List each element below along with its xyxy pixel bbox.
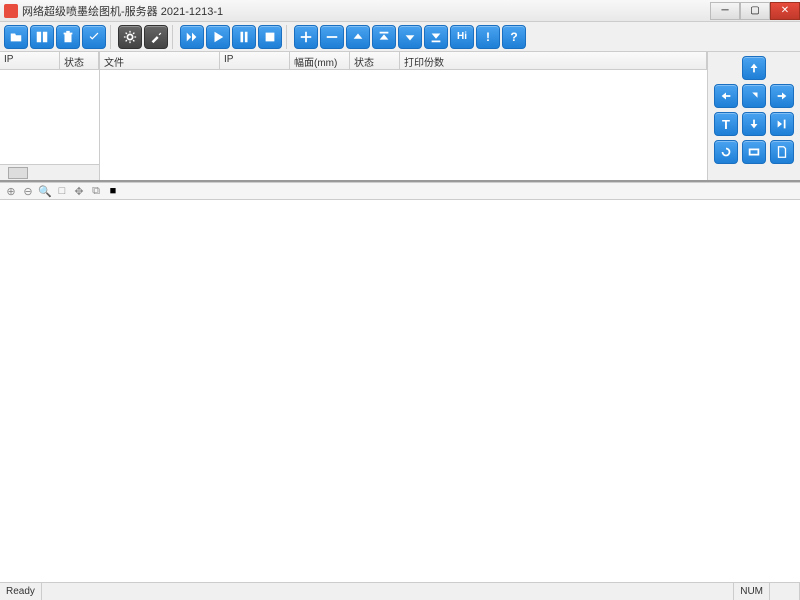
- pan-icon[interactable]: ✥: [72, 184, 86, 198]
- up-button[interactable]: [346, 25, 370, 49]
- nav-page-button[interactable]: [770, 140, 794, 164]
- nav-right-button[interactable]: [770, 84, 794, 108]
- hscrollbar[interactable]: [0, 164, 99, 180]
- status-ready: Ready: [0, 583, 42, 600]
- col-status[interactable]: 状态: [60, 52, 99, 69]
- maximize-button[interactable]: ▢: [740, 2, 770, 20]
- col-ip[interactable]: IP: [0, 52, 60, 69]
- plus-button[interactable]: [294, 25, 318, 49]
- app-icon: [4, 4, 18, 18]
- nav-text-button[interactable]: T: [714, 112, 738, 136]
- nav-up-button[interactable]: [742, 56, 766, 80]
- info-button[interactable]: !: [476, 25, 500, 49]
- minus-button[interactable]: [320, 25, 344, 49]
- statusbar: Ready NUM: [0, 582, 800, 600]
- tools-button[interactable]: [144, 25, 168, 49]
- down-button[interactable]: [398, 25, 422, 49]
- status-num: NUM: [734, 583, 770, 600]
- nav-end-button[interactable]: [770, 112, 794, 136]
- col-ip2[interactable]: IP: [220, 52, 290, 69]
- nav-fit-button[interactable]: [742, 140, 766, 164]
- col-status2[interactable]: 状态: [350, 52, 400, 69]
- preview-canvas[interactable]: [0, 200, 800, 582]
- copy-icon[interactable]: ⧉: [89, 184, 103, 198]
- connections-list[interactable]: [0, 70, 99, 164]
- zoom-icon[interactable]: 🔍: [38, 184, 52, 198]
- minimize-button[interactable]: ─: [710, 2, 740, 20]
- jobs-list[interactable]: [100, 70, 707, 180]
- stop-button[interactable]: [258, 25, 282, 49]
- zoom-out-icon[interactable]: ⊖: [21, 184, 35, 198]
- settings-button[interactable]: [118, 25, 142, 49]
- zoom-in-icon[interactable]: ⊕: [4, 184, 18, 198]
- pause-button[interactable]: [232, 25, 256, 49]
- open-button[interactable]: [4, 25, 28, 49]
- jobs-pane: 文件 IP 幅面(mm) 状态 打印份数: [100, 52, 708, 180]
- titlebar: 网络超级喷墨绘图机-服务器 2021-1213-1 ─ ▢ ✕: [0, 0, 800, 22]
- help-button[interactable]: ?: [502, 25, 526, 49]
- fit-icon[interactable]: □: [55, 184, 69, 198]
- delete-button[interactable]: [56, 25, 80, 49]
- close-button[interactable]: ✕: [770, 2, 800, 20]
- check-button[interactable]: [82, 25, 106, 49]
- col-copies[interactable]: 打印份数: [400, 52, 707, 69]
- col-file[interactable]: 文件: [100, 52, 220, 69]
- fast-forward-button[interactable]: [180, 25, 204, 49]
- nav-pane: T: [708, 52, 800, 180]
- play-button[interactable]: [206, 25, 230, 49]
- layout-button[interactable]: [30, 25, 54, 49]
- bottom-button[interactable]: [424, 25, 448, 49]
- save-icon[interactable]: ■: [106, 184, 120, 198]
- hi-button[interactable]: Hi: [450, 25, 474, 49]
- col-width[interactable]: 幅面(mm): [290, 52, 350, 69]
- window-title: 网络超级喷墨绘图机-服务器 2021-1213-1: [22, 3, 710, 19]
- connections-pane: IP 状态: [0, 52, 100, 180]
- nav-center-button[interactable]: [742, 84, 766, 108]
- top-button[interactable]: [372, 25, 396, 49]
- nav-down-button[interactable]: [742, 112, 766, 136]
- nav-rotate-button[interactable]: [714, 140, 738, 164]
- preview-toolbar: ⊕ ⊖ 🔍 □ ✥ ⧉ ■: [0, 182, 800, 200]
- nav-left-button[interactable]: [714, 84, 738, 108]
- main-toolbar: Hi ! ?: [0, 22, 800, 52]
